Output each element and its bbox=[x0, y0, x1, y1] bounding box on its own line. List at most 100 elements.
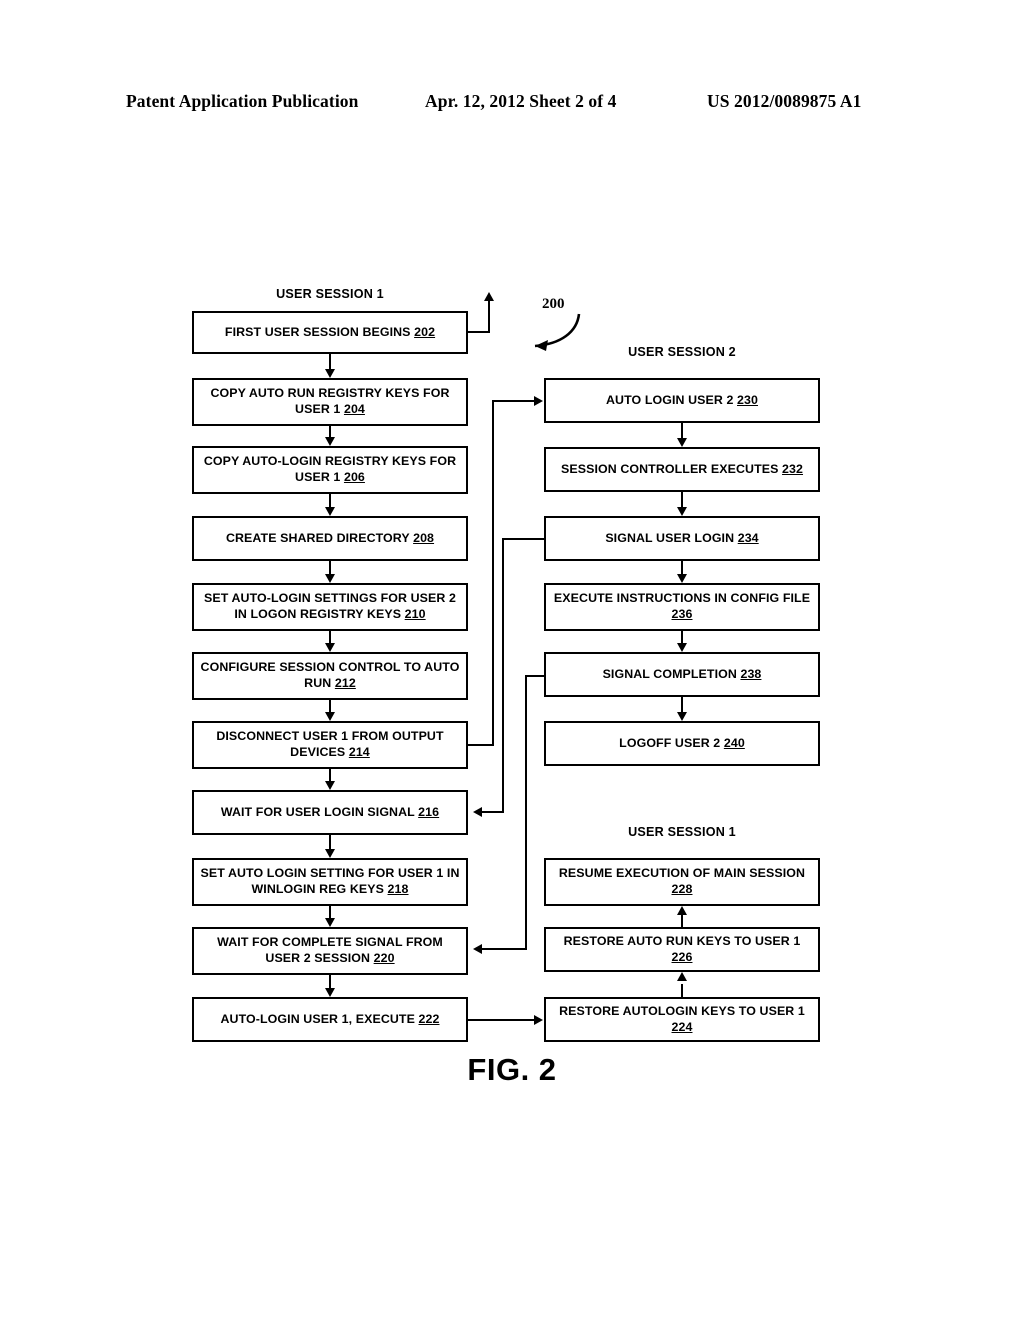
node-240[interactable]: LOGOFF USER 2 240 bbox=[544, 721, 820, 766]
node-222-ref: 222 bbox=[418, 1011, 440, 1026]
node-206-text: COPY AUTO-LOGIN REGISTRY KEYS FOR USER 1 bbox=[203, 454, 457, 484]
node-238-text: SIGNAL COMPLETION bbox=[602, 666, 737, 681]
node-224[interactable]: RESTORE AUTOLOGIN KEYS TO USER 1 224 bbox=[544, 997, 820, 1042]
arrowhead-216-218-icon bbox=[324, 849, 335, 858]
arrowhead-204-206-icon bbox=[324, 437, 335, 446]
node-204[interactable]: COPY AUTO RUN REGISTRY KEYS FOR USER 1 2… bbox=[192, 378, 468, 426]
arrowhead-226-228-icon bbox=[676, 906, 687, 915]
connector-218-220 bbox=[329, 906, 331, 918]
node-228-ref: 228 bbox=[671, 882, 693, 896]
arrowhead-234-216-icon bbox=[473, 806, 482, 817]
node-236-text: EXECUTE INSTRUCTIONS IN CONFIG FILE bbox=[553, 591, 811, 606]
node-202-ref: 202 bbox=[414, 324, 436, 339]
node-236[interactable]: EXECUTE INSTRUCTIONS IN CONFIG FILE 236 bbox=[544, 583, 820, 631]
group-label-user-session-1-left: USER SESSION 1 bbox=[276, 287, 384, 301]
connector-202-leader-h bbox=[468, 331, 490, 333]
node-214[interactable]: DISCONNECT USER 1 FROM OUTPUT DEVICES 21… bbox=[192, 721, 468, 769]
node-208[interactable]: CREATE SHARED DIRECTORY 208 bbox=[192, 516, 468, 561]
connector-214-216 bbox=[329, 769, 331, 781]
node-220-text: WAIT FOR COMPLETE SIGNAL FROM USER 2 SES… bbox=[217, 935, 443, 965]
node-222[interactable]: AUTO-LOGIN USER 1, EXECUTE 222 bbox=[192, 997, 468, 1042]
connector-202-204 bbox=[329, 354, 331, 369]
node-238-ref: 238 bbox=[740, 666, 762, 681]
node-226[interactable]: RESTORE AUTO RUN KEYS TO USER 1 226 bbox=[544, 927, 820, 972]
arrowhead-238-240-icon bbox=[676, 712, 687, 721]
connector-234-236 bbox=[681, 561, 683, 574]
node-216-ref: 216 bbox=[418, 804, 440, 819]
connector-214-230-h1 bbox=[468, 744, 494, 746]
node-236-ref: 236 bbox=[671, 607, 693, 621]
node-206[interactable]: COPY AUTO-LOGIN REGISTRY KEYS FOR USER 1… bbox=[192, 446, 468, 494]
connector-220-222 bbox=[329, 975, 331, 988]
connector-224-226 bbox=[681, 984, 683, 997]
node-218-ref: 218 bbox=[387, 882, 409, 896]
arrowhead-212-214-icon bbox=[324, 712, 335, 721]
connector-238-240 bbox=[681, 697, 683, 712]
node-214-text: DISCONNECT USER 1 FROM OUTPUT DEVICES bbox=[216, 729, 444, 759]
node-240-ref: 240 bbox=[723, 735, 745, 750]
reference-leader-arrow-icon bbox=[534, 313, 581, 351]
connector-214-230-h2 bbox=[492, 400, 535, 402]
connector-206-208 bbox=[329, 494, 331, 507]
group-label-user-session-1-right: USER SESSION 1 bbox=[628, 825, 736, 839]
node-204-text: COPY AUTO RUN REGISTRY KEYS FOR USER 1 bbox=[210, 386, 450, 416]
node-220[interactable]: WAIT FOR COMPLETE SIGNAL FROM USER 2 SES… bbox=[192, 927, 468, 975]
connector-234-216-h2 bbox=[482, 811, 504, 813]
node-224-ref: 224 bbox=[671, 1019, 693, 1034]
node-220-ref: 220 bbox=[373, 951, 395, 965]
connector-238-220-v bbox=[525, 675, 527, 950]
node-202-text: FIRST USER SESSION BEGINS bbox=[224, 324, 411, 339]
node-216[interactable]: WAIT FOR USER LOGIN SIGNAL 216 bbox=[192, 790, 468, 835]
arrowhead-208-210-icon bbox=[324, 574, 335, 583]
figure-2-flowchart: USER SESSION 1 USER SESSION 2 USER SESSI… bbox=[0, 0, 1024, 1320]
connector-208-210 bbox=[329, 561, 331, 574]
arrowhead-224-226-icon bbox=[676, 972, 687, 981]
node-212-text: CONFIGURE SESSION CONTROL TO AUTO RUN bbox=[200, 660, 460, 690]
connector-234-216-h1 bbox=[502, 538, 544, 540]
connector-232-234 bbox=[681, 492, 683, 507]
node-228-text: RESUME EXECUTION OF MAIN SESSION bbox=[558, 866, 806, 881]
node-210[interactable]: SET AUTO-LOGIN SETTINGS FOR USER 2 IN LO… bbox=[192, 583, 468, 631]
connector-222-224-h bbox=[468, 1019, 534, 1021]
figure-caption: FIG. 2 bbox=[467, 1052, 557, 1087]
node-224-text: RESTORE AUTOLOGIN KEYS TO USER 1 bbox=[559, 1003, 805, 1018]
node-208-ref: 208 bbox=[413, 530, 435, 545]
connector-226-228 bbox=[681, 915, 683, 927]
node-212[interactable]: CONFIGURE SESSION CONTROL TO AUTO RUN 21… bbox=[192, 652, 468, 700]
arrowhead-210-212-icon bbox=[324, 643, 335, 652]
arrowhead-230-232-icon bbox=[676, 438, 687, 447]
arrowhead-222-224-icon bbox=[534, 1014, 543, 1025]
connector-238-220-h2 bbox=[482, 948, 527, 950]
connector-236-238 bbox=[681, 631, 683, 643]
node-222-text: AUTO-LOGIN USER 1, EXECUTE bbox=[220, 1011, 415, 1026]
arrowhead-202-204-icon bbox=[324, 369, 335, 378]
arrowhead-218-220-icon bbox=[324, 918, 335, 927]
node-230[interactable]: AUTO LOGIN USER 2 230 bbox=[544, 378, 820, 423]
node-234-text: SIGNAL USER LOGIN bbox=[605, 530, 735, 545]
arrowhead-202-leader-icon bbox=[483, 292, 494, 301]
node-218[interactable]: SET AUTO LOGIN SETTING FOR USER 1 IN WIN… bbox=[192, 858, 468, 906]
node-232-ref: 232 bbox=[782, 461, 804, 476]
node-204-ref: 204 bbox=[343, 402, 365, 416]
connector-214-230-v bbox=[492, 400, 494, 746]
connector-234-216-v bbox=[502, 538, 504, 812]
node-234[interactable]: SIGNAL USER LOGIN 234 bbox=[544, 516, 820, 561]
node-238[interactable]: SIGNAL COMPLETION 238 bbox=[544, 652, 820, 697]
node-208-text: CREATE SHARED DIRECTORY bbox=[225, 530, 410, 545]
node-206-ref: 206 bbox=[343, 470, 365, 484]
arrowhead-220-222-icon bbox=[324, 988, 335, 997]
arrowhead-214-230-icon bbox=[534, 395, 543, 406]
node-214-ref: 214 bbox=[348, 745, 370, 759]
arrowhead-238-220-icon bbox=[473, 943, 482, 954]
node-202[interactable]: FIRST USER SESSION BEGINS 202 bbox=[192, 311, 468, 354]
node-230-text: AUTO LOGIN USER 2 bbox=[606, 392, 734, 407]
node-232[interactable]: SESSION CONTROLLER EXECUTES 232 bbox=[544, 447, 820, 492]
node-228[interactable]: RESUME EXECUTION OF MAIN SESSION 228 bbox=[544, 858, 820, 906]
node-210-ref: 210 bbox=[404, 607, 426, 621]
connector-210-212 bbox=[329, 631, 331, 643]
node-232-text: SESSION CONTROLLER EXECUTES bbox=[560, 461, 779, 476]
node-234-ref: 234 bbox=[737, 530, 759, 545]
connector-204-206 bbox=[329, 426, 331, 437]
connector-216-218 bbox=[329, 835, 331, 849]
arrowhead-232-234-icon bbox=[676, 507, 687, 516]
